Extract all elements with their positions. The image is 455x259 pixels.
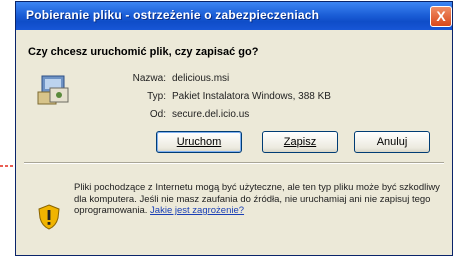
run-button[interactable]: Uruchom xyxy=(156,131,242,153)
risk-info-link[interactable]: Jakie jest zagrożenie? xyxy=(150,205,244,216)
separator xyxy=(24,162,444,164)
shield-warning-icon xyxy=(38,204,60,230)
warning-body: Pliki pochodzące z Internetu mogą być uż… xyxy=(74,182,440,216)
screenshot-stage: Pobieranie pliku - ostrzeżenie o zabezpi… xyxy=(0,0,455,259)
warning-message: Pliki pochodzące z Internetu mogą być uż… xyxy=(74,182,444,217)
name-label: Nazwa: xyxy=(132,73,166,84)
close-icon: X xyxy=(436,8,446,24)
close-button[interactable]: X xyxy=(430,6,452,27)
question-heading: Czy chcesz uruchomić plik, czy zapisać g… xyxy=(28,46,259,58)
save-button[interactable]: Zapisz xyxy=(262,131,338,153)
type-label: Typ: xyxy=(147,91,166,102)
security-warning-dialog: Pobieranie pliku - ostrzeżenie o zabezpi… xyxy=(15,1,453,256)
installer-package-icon xyxy=(37,75,69,105)
from-value: secure.del.icio.us xyxy=(172,109,250,120)
cancel-button[interactable]: Anuluj xyxy=(354,131,430,153)
dialog-title: Pobieranie pliku - ostrzeżenie o zabezpi… xyxy=(26,8,320,22)
title-bar[interactable]: Pobieranie pliku - ostrzeżenie o zabezpi… xyxy=(16,2,452,30)
type-value: Pakiet Instalatora Windows, 388 KB xyxy=(172,91,331,102)
from-label: Od: xyxy=(149,109,166,120)
name-value: delicious.msi xyxy=(172,73,230,84)
